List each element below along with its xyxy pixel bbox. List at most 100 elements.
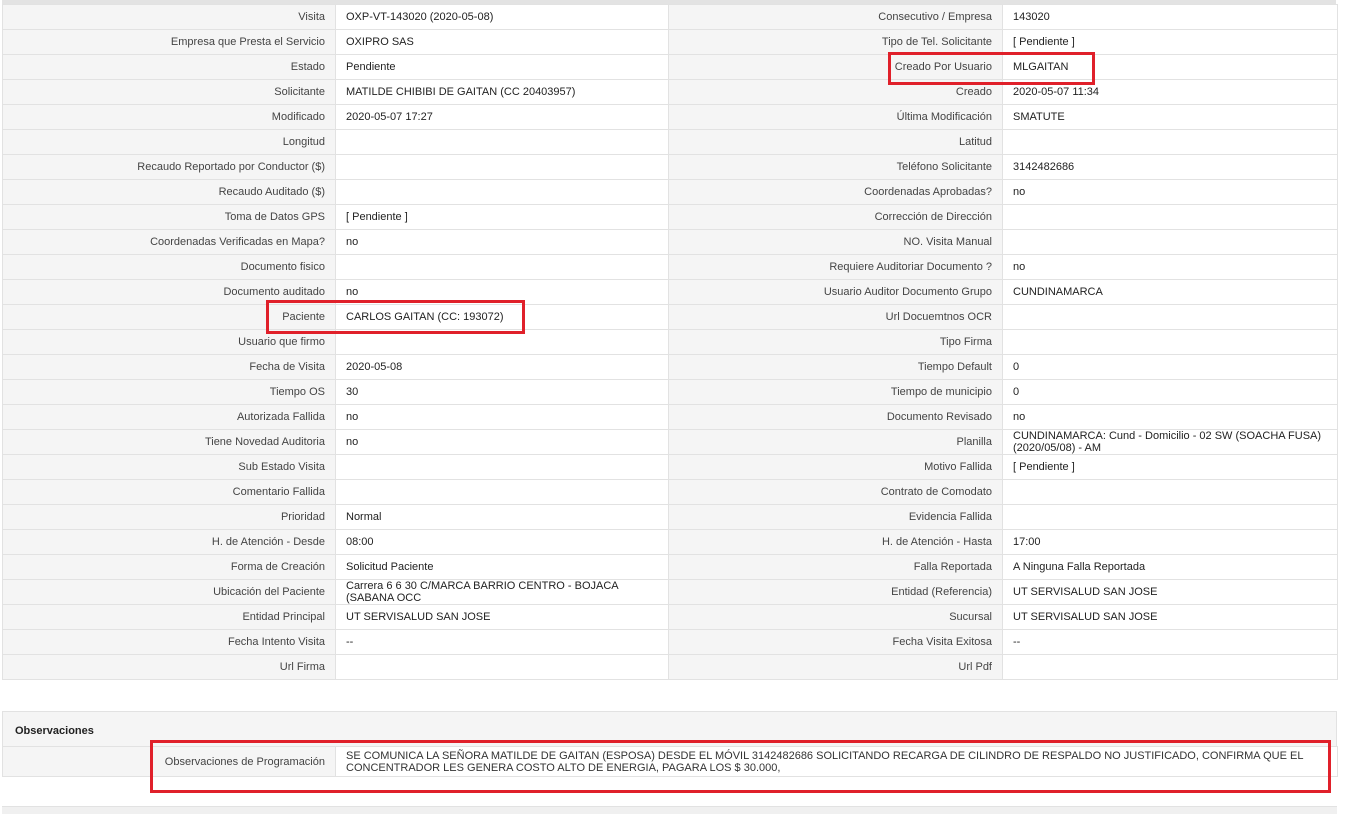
detail-label-left: Toma de Datos GPS (2, 204, 336, 230)
detail-value-left: Pendiente (335, 54, 669, 80)
observaciones-section-header: Observaciones (2, 711, 1337, 747)
detail-value-right: no (1002, 254, 1338, 280)
detail-value-right: 3142482686 (1002, 154, 1338, 180)
detail-label-left: Entidad Principal (2, 604, 336, 630)
detail-label-left: Recaudo Reportado por Conductor ($) (2, 154, 336, 180)
detail-label-left: Recaudo Auditado ($) (2, 179, 336, 205)
detail-row: Recaudo Reportado por Conductor ($) Teléf… (2, 154, 1338, 180)
detail-label-left: Url Firma (2, 654, 336, 680)
detail-value-right: [ Pendiente ] (1002, 454, 1338, 480)
detail-label-right: Planilla (668, 429, 1003, 455)
detail-label-right: Requiere Auditoriar Documento ? (668, 254, 1003, 280)
detail-label-right: H. de Atención - Hasta (668, 529, 1003, 555)
detail-label-right: Tipo Firma (668, 329, 1003, 355)
detail-value-right: no (1002, 404, 1338, 430)
detail-value-right: 2020-05-07 11:34 (1002, 79, 1338, 105)
detail-row: Comentario Fallida Contrato de Comodato (2, 479, 1338, 505)
detail-value-left: Normal (335, 504, 669, 530)
detail-label-left: Usuario que firmo (2, 329, 336, 355)
detail-row: Ubicación del Paciente Carrera 6 6 30 C/M… (2, 579, 1338, 605)
detail-value-right: UT SERVISALUD SAN JOSE (1002, 579, 1338, 605)
detail-label-right: Documento Revisado (668, 404, 1003, 430)
detail-value-right: MLGAITAN (1002, 54, 1338, 80)
detail-label-left: Modificado (2, 104, 336, 130)
detail-row: Entidad Principal UT SERVISALUD SAN JOSE S… (2, 604, 1338, 630)
detail-label-right: Última Modificación (668, 104, 1003, 130)
detail-value-right (1002, 329, 1338, 355)
detail-row: Forma de Creación Solicitud Paciente Falla… (2, 554, 1338, 580)
detail-row: Documento auditado no Usuario Auditor Doc… (2, 279, 1338, 305)
detail-row: Fecha de Visita 2020-05-08 Tiempo Default… (2, 354, 1338, 380)
detail-value-left (335, 454, 669, 480)
detail-value-right (1002, 479, 1338, 505)
detail-value-right: CUNDINAMARCA (1002, 279, 1338, 305)
detail-row: Documento fisico Requiere Auditoriar Docu… (2, 254, 1338, 280)
observaciones-label: Observaciones de Programación (2, 746, 336, 777)
detail-value-right (1002, 129, 1338, 155)
detail-row: Visita OXP-VT-143020 (2020-05-08) Consecut… (2, 4, 1338, 30)
detail-value-left: Solicitud Paciente (335, 554, 669, 580)
detail-value-right: SMATUTE (1002, 104, 1338, 130)
detail-label-right: Evidencia Fallida (668, 504, 1003, 530)
detail-value-right: -- (1002, 629, 1338, 655)
detail-row: Toma de Datos GPS[ Pendiente ] Corrección… (2, 204, 1338, 230)
detail-value-left (335, 254, 669, 280)
detail-label-right: Consecutivo / Empresa (668, 4, 1003, 30)
detail-label-left: Solicitante (2, 79, 336, 105)
detail-value-right (1002, 504, 1338, 530)
detail-label-left: Documento auditado (2, 279, 336, 305)
detail-label-right: Teléfono Solicitante (668, 154, 1003, 180)
detail-label-right: Latitud (668, 129, 1003, 155)
detail-value-left (335, 479, 669, 505)
detail-row: Longitud Latitud (2, 129, 1338, 155)
detail-label-right: Entidad (Referencia) (668, 579, 1003, 605)
detail-label-left: Autorizada Fallida (2, 404, 336, 430)
detail-label-left: Paciente (2, 304, 336, 330)
detail-label-left: Prioridad (2, 504, 336, 530)
detail-row: Estado Pendiente Creado Por Usuario MLGAITA… (2, 54, 1338, 80)
visit-details-body: Visita OXP-VT-143020 (2020-05-08) Consecut… (2, 4, 1338, 680)
detail-label-left: Longitud (2, 129, 336, 155)
detail-value-left: OXIPRO SAS (335, 29, 669, 55)
detail-value-left: 2020-05-07 17:27 (335, 104, 669, 130)
detail-value-left (335, 654, 669, 680)
detail-value-left (335, 179, 669, 205)
observaciones-title: Observaciones (15, 725, 94, 737)
detail-label-left: Fecha Intento Visita (2, 629, 336, 655)
detail-row: Tiene Novedad Auditoria no Planilla CUNDIN… (2, 429, 1338, 455)
detail-value-right: A Ninguna Falla Reportada (1002, 554, 1338, 580)
detail-label-right: Fecha Visita Exitosa (668, 629, 1003, 655)
detail-row: Url Firma Url Pdf (2, 654, 1338, 680)
detail-label-right: Creado (668, 79, 1003, 105)
detail-label-right: NO. Visita Manual (668, 229, 1003, 255)
detail-label-right: Usuario Auditor Documento Grupo (668, 279, 1003, 305)
detail-value-right: 0 (1002, 379, 1338, 405)
detail-value-right: 17:00 (1002, 529, 1338, 555)
detail-label-right: Tiempo de municipio (668, 379, 1003, 405)
detail-label-left: Visita (2, 4, 336, 30)
detail-label-left: Ubicación del Paciente (2, 579, 336, 605)
detail-value-right: UT SERVISALUD SAN JOSE (1002, 604, 1338, 630)
detail-label-right: Coordenadas Aprobadas? (668, 179, 1003, 205)
detail-value-left: 2020-05-08 (335, 354, 669, 380)
detail-value-left (335, 154, 669, 180)
detail-label-left: Coordenadas Verificadas en Mapa? (2, 229, 336, 255)
detail-row: Prioridad Normal Evidencia Fallida (2, 504, 1338, 530)
detail-value-left: no (335, 404, 669, 430)
detail-value-left: Carrera 6 6 30 C/MARCA BARRIO CENTRO - B… (335, 579, 669, 605)
detail-row: Modificado 2020-05-07 17:27 Última Modific… (2, 104, 1338, 130)
detail-value-right (1002, 229, 1338, 255)
detail-value-left (335, 329, 669, 355)
detail-row: Recaudo Auditado ($) Coordenadas Aprobada… (2, 179, 1338, 205)
detail-label-right: Tiempo Default (668, 354, 1003, 380)
detail-row: Sub Estado Visita Motivo Fallida[ Pendien… (2, 454, 1338, 480)
detail-value-right (1002, 204, 1338, 230)
detail-value-left: 30 (335, 379, 669, 405)
detail-value-left: [ Pendiente ] (335, 204, 669, 230)
detail-label-right: Falla Reportada (668, 554, 1003, 580)
detail-row: Autorizada Fallida no Documento Revisado … (2, 404, 1338, 430)
detail-label-left: Forma de Creación (2, 554, 336, 580)
visit-details-table: Visita OXP-VT-143020 (2020-05-08) Consecut… (2, 4, 1338, 680)
detail-label-left: Estado (2, 54, 336, 80)
detail-value-right: no (1002, 179, 1338, 205)
